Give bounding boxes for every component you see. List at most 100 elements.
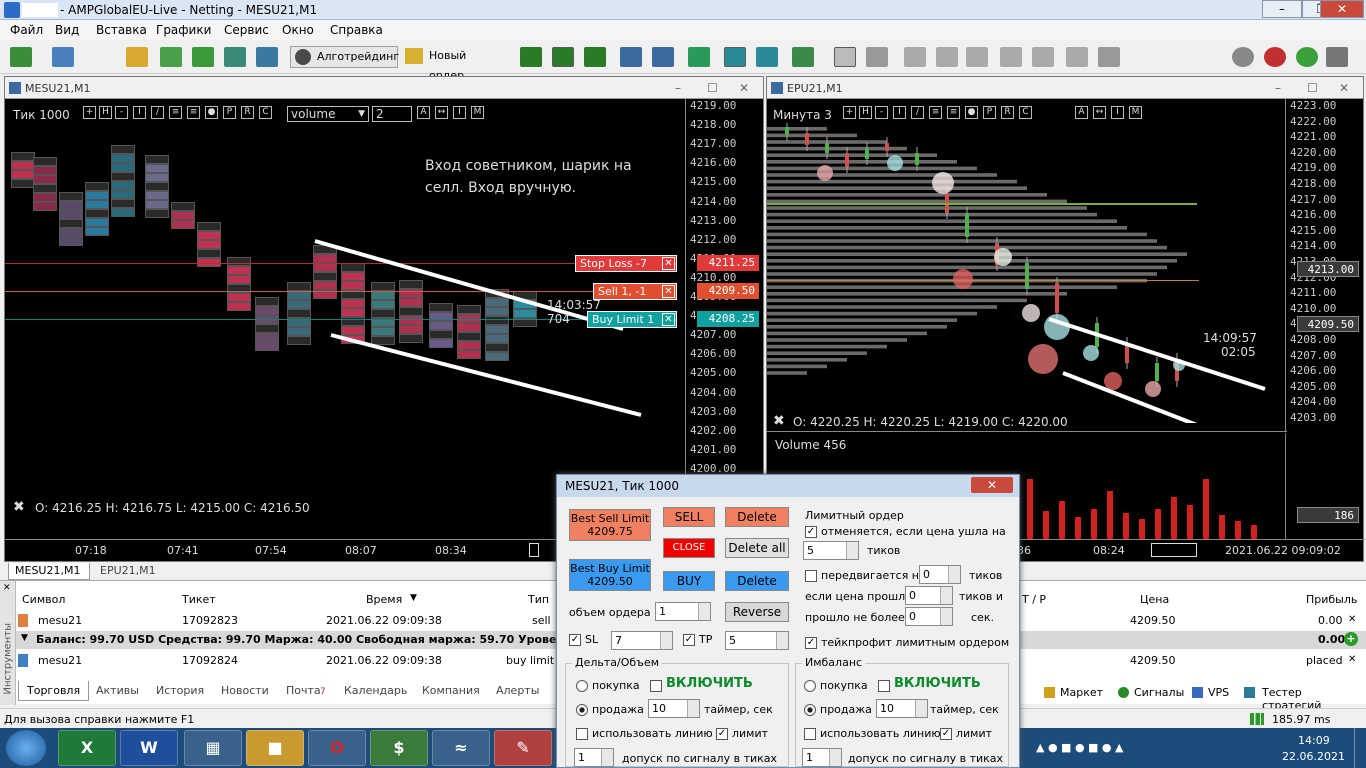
cluster-m-button[interactable]: M	[1129, 106, 1142, 119]
spinner-icon[interactable]	[776, 632, 788, 649]
market-watch-icon[interactable]	[126, 47, 148, 67]
candle-chart-icon[interactable]	[552, 47, 574, 67]
delta-use-line-checkbox[interactable]	[576, 728, 588, 740]
tab-news[interactable]: Новости	[221, 684, 269, 697]
tester-icon[interactable]	[256, 47, 278, 67]
spinner-icon[interactable]	[915, 700, 927, 717]
col-time[interactable]: Время	[366, 593, 402, 606]
minimize-button[interactable]: –	[1262, 0, 1302, 18]
fibo-icon[interactable]	[1032, 47, 1054, 67]
cluster-arrow-button[interactable]: ↔	[1093, 106, 1106, 119]
imbalance-limit-checkbox[interactable]: ✓	[940, 728, 952, 740]
taskbar-metatrader-icon[interactable]: $	[370, 730, 428, 766]
delta-sell-radio[interactable]	[576, 704, 588, 716]
cancel-checkbox[interactable]: ✓	[805, 526, 817, 538]
time-scroll-marker[interactable]	[1151, 543, 1197, 557]
tp-input[interactable]: 5	[725, 631, 789, 650]
time-scroll-marker[interactable]	[529, 543, 539, 557]
objects-icon[interactable]	[1098, 47, 1120, 67]
sell-position-tag[interactable]: Sell 1, -1 ✕	[593, 283, 677, 300]
data-window-icon[interactable]	[160, 47, 182, 67]
bar-chart-icon[interactable]	[520, 47, 542, 67]
stop-loss-close-icon[interactable]: ✕	[662, 257, 675, 270]
col-tp[interactable]: T / P	[1022, 593, 1046, 606]
close-position-button[interactable]: CLOSE	[663, 538, 715, 558]
buy-button[interactable]: BUY	[663, 571, 715, 591]
spinner-icon[interactable]	[829, 749, 841, 766]
imbalance-use-line-checkbox[interactable]	[804, 728, 816, 740]
buy-limit-close-icon[interactable]: ✕	[662, 313, 675, 326]
tp-checkbox[interactable]: ✓	[683, 634, 695, 646]
channel-icon[interactable]	[1000, 47, 1022, 67]
tab-trade[interactable]: Торговля	[18, 681, 90, 701]
dialog-close-button[interactable]: ✕	[971, 477, 1013, 493]
chart-close-button[interactable]: ✕	[1339, 81, 1349, 95]
row-close-icon[interactable]: ✕	[1348, 654, 1356, 665]
cluster-r-button[interactable]: R	[1001, 106, 1014, 119]
delta-tolerance-input[interactable]: 1	[574, 748, 614, 767]
collapse-icon[interactable]: ▼	[21, 633, 28, 643]
col-symbol[interactable]: Символ	[22, 593, 65, 606]
crosshair-icon[interactable]	[866, 47, 888, 67]
search-icon[interactable]	[1232, 47, 1254, 67]
taskbar-calculator-icon[interactable]: ▦	[184, 730, 242, 766]
tile-windows-icon[interactable]	[688, 47, 710, 67]
chart-maximize-button[interactable]: ☐	[1307, 81, 1318, 95]
tab-history[interactable]: История	[156, 684, 204, 697]
tab-calendar[interactable]: Календарь	[344, 684, 407, 697]
vertical-line-icon[interactable]	[904, 47, 926, 67]
taskbar-excel-icon[interactable]: X	[58, 730, 116, 766]
buy-limit-tag[interactable]: Buy Limit 1 ✕	[587, 311, 677, 328]
best-buy-limit-button[interactable]: Best Buy Limit 4209.50	[569, 559, 651, 591]
connection-icon[interactable]	[1250, 713, 1264, 725]
delete-buy-button[interactable]: Delete	[725, 571, 789, 591]
move-checkbox[interactable]	[805, 570, 817, 582]
taskbar-word-icon[interactable]: W	[120, 730, 178, 766]
toolbox-close-icon[interactable]: ✕	[3, 583, 11, 593]
spinner-icon[interactable]	[940, 587, 952, 604]
spinner-icon[interactable]	[846, 542, 858, 559]
imbalance-timer-input[interactable]: 10	[876, 699, 928, 718]
cluster-p-button[interactable]: P	[983, 106, 996, 119]
line-chart-icon[interactable]	[584, 47, 606, 67]
tp-limit-checkbox[interactable]: ✓	[805, 637, 817, 649]
imbalance-tolerance-input[interactable]: 1	[802, 748, 842, 767]
delta-buy-radio[interactable]	[576, 680, 588, 692]
delta-limit-checkbox[interactable]: ✓	[716, 728, 728, 740]
tab-alerts[interactable]: Алерты	[496, 684, 539, 697]
delete-all-button[interactable]: Delete all	[725, 538, 789, 558]
move-input[interactable]: 0	[919, 565, 961, 584]
menu-insert[interactable]: Вставка	[96, 23, 147, 37]
indicators-icon[interactable]	[792, 47, 814, 67]
volume-input[interactable]: 1	[655, 602, 711, 621]
cluster-draw-button[interactable]: /	[911, 106, 924, 119]
cursor-icon[interactable]	[834, 47, 856, 67]
navigator-icon[interactable]	[192, 47, 214, 67]
cluster-minus-button[interactable]: -	[875, 106, 888, 119]
notifications-icon[interactable]	[1264, 47, 1286, 67]
autoscroll-icon[interactable]	[724, 47, 746, 67]
horizontal-line-icon[interactable]	[936, 47, 958, 67]
cancel-input[interactable]: 5	[803, 541, 859, 560]
tab-assets[interactable]: Активы	[96, 684, 139, 697]
tab-signals[interactable]: Сигналы	[1134, 686, 1184, 699]
cluster-c-button[interactable]: C	[1019, 106, 1032, 119]
taskbar-opera-icon[interactable]: O	[308, 730, 366, 766]
col-type[interactable]: Тип	[528, 593, 549, 606]
zoom-out-icon[interactable]	[652, 47, 674, 67]
menu-charts[interactable]: Графики	[156, 23, 211, 37]
tab-mail[interactable]: Почта	[286, 684, 321, 697]
col-ticket[interactable]: Тикет	[182, 593, 216, 606]
passed-input[interactable]: 0	[905, 607, 953, 626]
show-desktop-button[interactable]	[1354, 728, 1366, 768]
imbalance-enable-checkbox[interactable]	[878, 680, 890, 692]
sell-close-icon[interactable]: ✕	[662, 285, 675, 298]
col-profit[interactable]: Прибыль	[1306, 593, 1357, 606]
sell-button[interactable]: SELL	[663, 507, 715, 527]
sl-input[interactable]: 7	[611, 631, 673, 650]
start-button[interactable]	[6, 730, 46, 766]
chart-close-button[interactable]: ✕	[739, 81, 749, 95]
chart-tab-epu21[interactable]: EPU21,M1	[94, 563, 164, 580]
sort-desc-icon[interactable]: ▼	[410, 593, 417, 603]
terminal-icon[interactable]	[224, 47, 246, 67]
